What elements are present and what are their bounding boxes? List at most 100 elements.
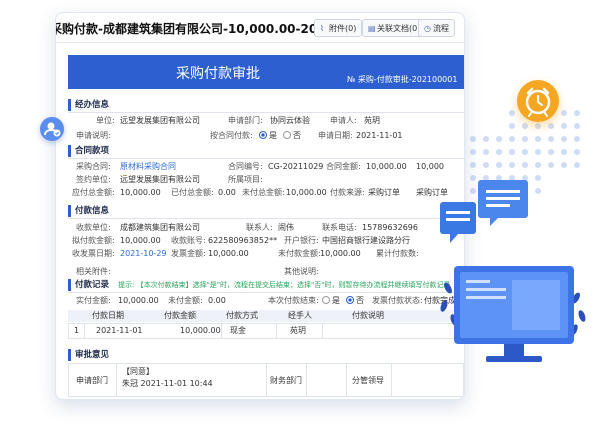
decor-dot bbox=[548, 162, 554, 168]
by-contract-yes-radio[interactable]: 是 bbox=[259, 131, 277, 141]
decor-dot bbox=[496, 136, 502, 142]
decor-dot bbox=[548, 123, 554, 129]
row-amount: 10,000.00 bbox=[180, 326, 221, 335]
total-paid-label: 累计付款数: bbox=[376, 249, 419, 258]
section-handler: 经办信息 bbox=[68, 99, 109, 111]
finished-yes-radio[interactable]: 是 bbox=[322, 296, 340, 306]
payable-value: 10,000.00 bbox=[120, 188, 161, 197]
paid-label: 已付总金额: bbox=[171, 188, 214, 197]
cell-divider bbox=[266, 363, 267, 397]
contract-amount-value: 10,000.00 bbox=[366, 162, 407, 171]
form-title: 采购付款审批 bbox=[176, 66, 260, 82]
flow-button[interactable]: ◷ 流程 bbox=[418, 19, 455, 37]
decor-dot bbox=[574, 162, 580, 168]
user-check-icon bbox=[40, 117, 64, 141]
purchase-contract-link[interactable]: 原材料采购合同 bbox=[120, 162, 176, 172]
decor-dot bbox=[561, 149, 567, 155]
decor-dot bbox=[548, 149, 554, 155]
paid-value: 0.00 bbox=[218, 188, 236, 197]
account-value: 622580963852** bbox=[208, 236, 278, 245]
dept-value: 协同云体验 bbox=[270, 116, 310, 125]
record-table-header bbox=[68, 310, 464, 322]
row-method: 现金 bbox=[230, 326, 246, 335]
divider bbox=[68, 158, 464, 159]
decor-dot bbox=[483, 149, 489, 155]
phone-label: 联系电话: bbox=[322, 223, 357, 232]
by-contract-label: 按合同付款: bbox=[210, 131, 253, 140]
cell-divider bbox=[346, 363, 347, 397]
decor-dot bbox=[522, 149, 528, 155]
decor-dot bbox=[509, 123, 515, 129]
purchase-contract-label: 采购合同: bbox=[76, 162, 111, 171]
section-payment: 付款信息 bbox=[68, 205, 109, 217]
signing-unit-label: 签约单位: bbox=[76, 175, 111, 184]
approval-signer: 朱冠 2021-11-01 10:44 bbox=[122, 379, 213, 388]
by-contract-no-radio[interactable]: 否 bbox=[283, 131, 301, 141]
cell-divider bbox=[221, 323, 222, 339]
phone-value: 15789632696 bbox=[362, 223, 418, 232]
decor-dot bbox=[470, 162, 476, 168]
unpaid-invoice-label: 未付款金额: bbox=[278, 249, 321, 258]
decor-dot bbox=[574, 149, 580, 155]
cell-divider bbox=[116, 363, 117, 397]
radio-checked-icon bbox=[259, 131, 267, 139]
column-header: 付款说明 bbox=[352, 311, 384, 320]
desc-label: 申请说明: bbox=[76, 131, 111, 140]
recv-unit-label: 收款单位: bbox=[76, 223, 111, 232]
decor-dot bbox=[574, 136, 580, 142]
dept-label: 申请部门: bbox=[228, 116, 263, 125]
row-handler: 苑玥 bbox=[290, 326, 306, 335]
finished-no-radio[interactable]: 否 bbox=[346, 296, 364, 306]
decor-dot bbox=[509, 149, 515, 155]
radio-unchecked-icon bbox=[322, 296, 330, 304]
other-label: 其他说明: bbox=[284, 267, 319, 276]
attachment-button[interactable]: ⌇ 附件(0) bbox=[314, 19, 363, 37]
section-contract: 合同款项 bbox=[68, 145, 109, 157]
date-label: 申请日期: bbox=[318, 131, 353, 140]
related-docs-button[interactable]: ▤关联文档(0) bbox=[362, 19, 427, 37]
decor-dot bbox=[574, 123, 580, 129]
decor-dot bbox=[561, 162, 567, 168]
invoice-date-value[interactable]: 2021-10-29 bbox=[120, 249, 167, 259]
source-value: 采购订单 bbox=[368, 188, 400, 197]
decor-dot bbox=[483, 136, 489, 142]
bank-value: 中国招商银行建设路分行 bbox=[322, 236, 410, 245]
column-header: 付款金额 bbox=[164, 311, 196, 320]
decor-dot bbox=[561, 110, 567, 116]
cell-divider bbox=[306, 363, 307, 397]
source-label: 付款来源: bbox=[330, 188, 365, 197]
record-unpaid-value: 0.00 bbox=[208, 296, 226, 305]
decor-dot bbox=[496, 162, 502, 168]
decor-dot bbox=[548, 136, 554, 142]
invoice-amount-value: 10,000.00 bbox=[208, 249, 249, 258]
divider bbox=[68, 218, 464, 219]
approval-leader-label: 分管领导 bbox=[352, 376, 384, 385]
decor-dot bbox=[535, 149, 541, 155]
decor-dot bbox=[522, 123, 528, 129]
document-icon: ▤ bbox=[368, 24, 376, 33]
monitor-icon bbox=[440, 258, 590, 382]
decor-dot bbox=[522, 162, 528, 168]
section-record: 付款记录 bbox=[68, 279, 109, 291]
unit-label: 单位: bbox=[96, 116, 115, 125]
project-label: 所属项目: bbox=[228, 175, 263, 184]
column-header: 经手人 bbox=[288, 311, 312, 320]
cell-divider bbox=[322, 323, 323, 339]
decor-dot bbox=[561, 123, 567, 129]
decor-dot bbox=[535, 162, 541, 168]
unpaid-value: 10,000.00 bbox=[286, 188, 327, 197]
decor-dot bbox=[574, 110, 580, 116]
unit-value: 远望发展集团有限公司 bbox=[120, 116, 200, 125]
divider bbox=[68, 292, 464, 293]
record-unpaid-label: 未付金额: bbox=[168, 296, 203, 305]
cell-divider bbox=[391, 363, 392, 397]
title-bar: 采购付款-成都建筑集团有限公司-10,000.00-2021-11-01 ⌇ 附件… bbox=[56, 13, 464, 43]
payable-label: 应付总金额: bbox=[72, 188, 115, 197]
plan-amount-value: 10,000.00 bbox=[120, 236, 161, 245]
contact-label: 联系人: bbox=[246, 223, 273, 232]
paperclip-icon: ⌇ bbox=[320, 24, 324, 33]
column-header: 付款日期 bbox=[92, 311, 124, 320]
flow-icon: ◷ bbox=[424, 24, 431, 33]
divider bbox=[68, 112, 464, 113]
cell-divider bbox=[276, 323, 277, 339]
